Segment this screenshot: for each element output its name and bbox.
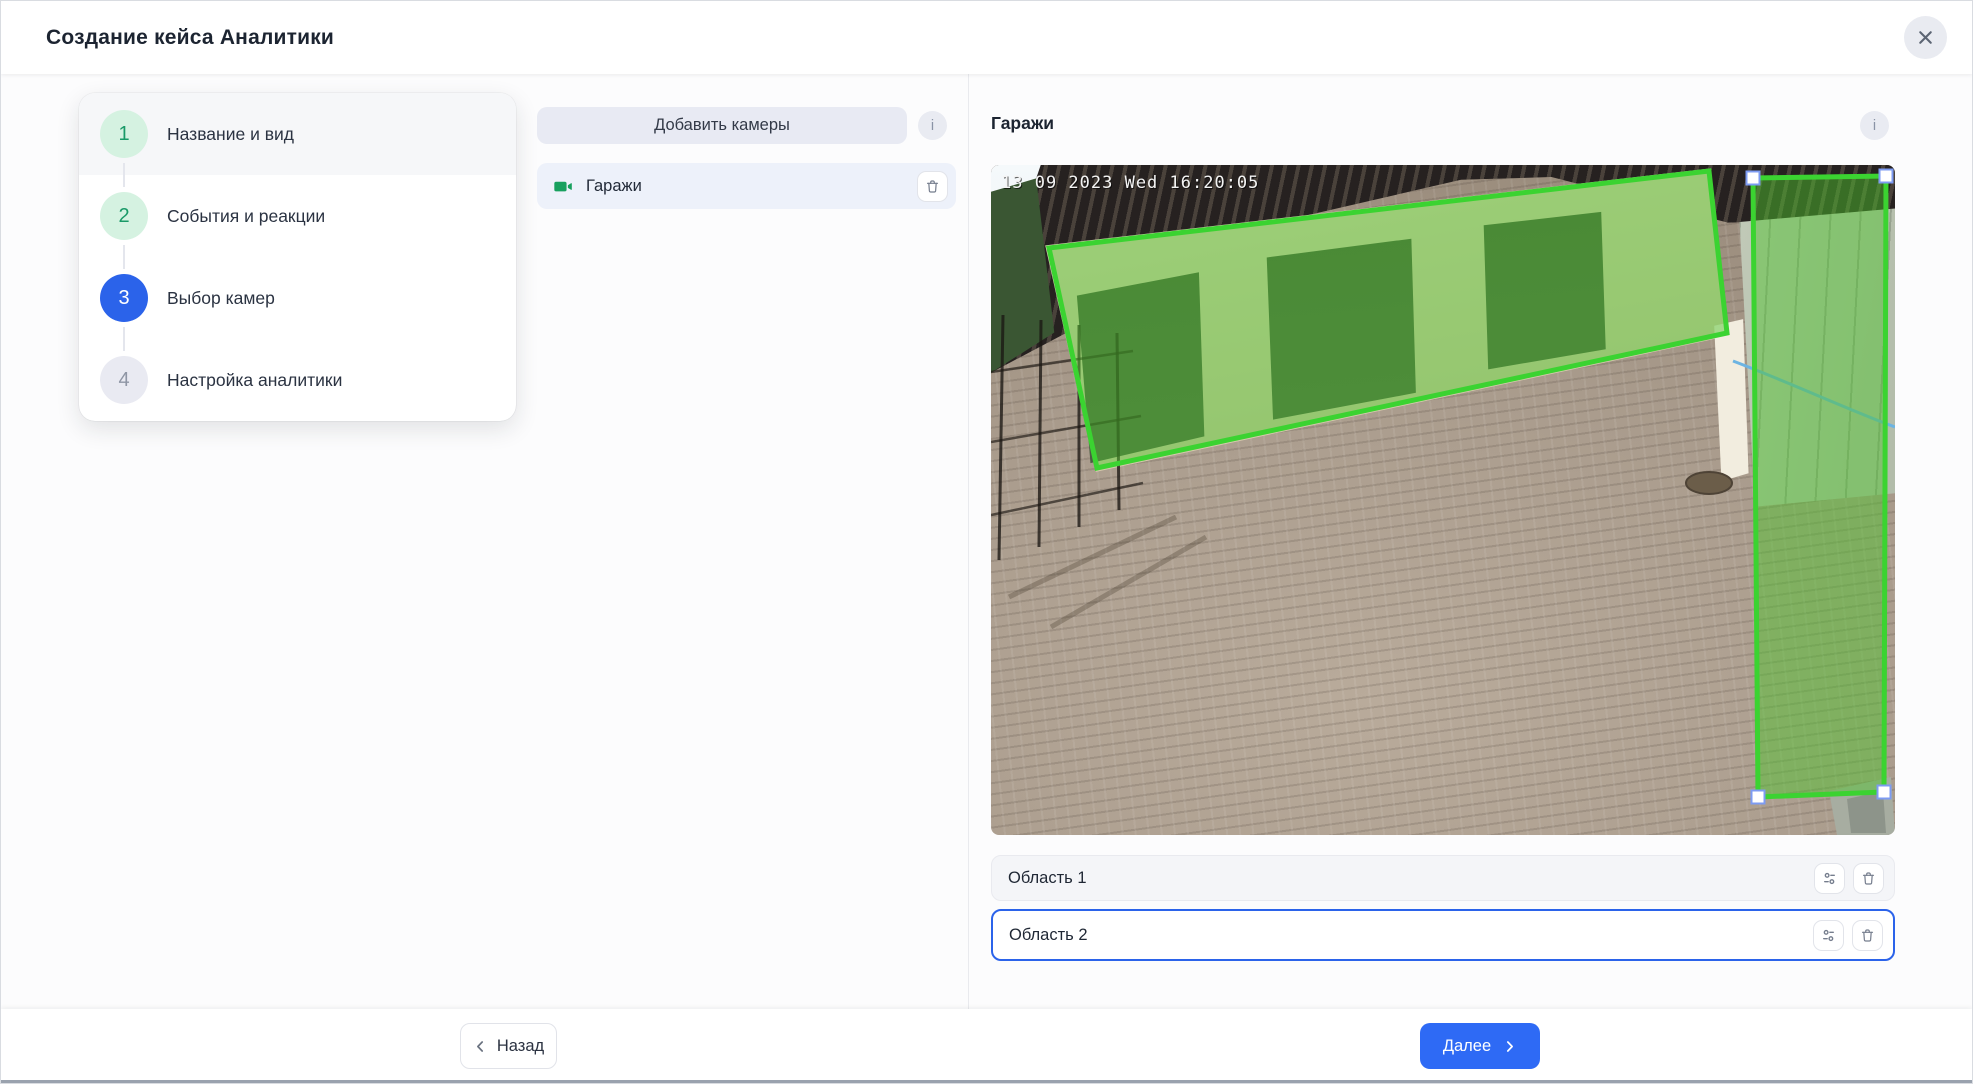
region-list-item-2-selected[interactable]: Область 2 <box>991 909 1895 961</box>
step-number-badge: 1 <box>100 110 148 158</box>
region-2-handle[interactable] <box>1747 172 1760 185</box>
region-label: Область 1 <box>1008 869 1087 888</box>
remove-camera-button[interactable] <box>917 171 948 202</box>
region-2-handle[interactable] <box>1880 170 1893 183</box>
camera-timestamp: 13 09 2023 Wed 16:20:05 <box>1001 173 1259 193</box>
add-cameras-button[interactable]: Добавить камеры <box>537 107 907 144</box>
camera-frame-canvas[interactable]: 13 09 2023 Wed 16:20:05 <box>991 165 1895 835</box>
analytics-regions-overlay <box>991 165 1895 835</box>
step-label: Название и вид <box>167 124 294 145</box>
wizard-stepper: 1 Название и вид 2 События и реакции 3 В… <box>79 93 516 421</box>
close-icon <box>1915 27 1936 48</box>
step-analytics-settings[interactable]: 4 Настройка аналитики <box>79 339 516 421</box>
chevron-left-icon <box>473 1039 488 1054</box>
camera-name: Гаражи <box>586 177 642 196</box>
region-label: Область 2 <box>1009 926 1088 945</box>
step-camera-selection[interactable]: 3 Выбор камер <box>79 257 516 339</box>
region-list-item-1[interactable]: Область 1 <box>991 855 1895 901</box>
trash-icon <box>1860 870 1877 887</box>
page-title: Создание кейса Аналитики <box>46 26 334 50</box>
step-number-badge: 4 <box>100 356 148 404</box>
modal-header: Создание кейса Аналитики <box>1 1 1972 74</box>
region-1-polygon[interactable] <box>1049 171 1727 468</box>
sliders-icon <box>1820 927 1837 944</box>
chevron-right-icon <box>1502 1039 1517 1054</box>
preview-info-icon[interactable]: i <box>1860 111 1889 140</box>
region-2-polygon[interactable] <box>1753 176 1886 797</box>
next-button[interactable]: Далее <box>1420 1023 1540 1069</box>
region-2-handle[interactable] <box>1878 786 1891 799</box>
step-label: Настройка аналитики <box>167 370 342 391</box>
panel-divider <box>968 74 969 1011</box>
step-name-and-type[interactable]: 1 Название и вид <box>79 93 516 175</box>
create-analytics-case-modal: Создание кейса Аналитики 1 Название и ви… <box>0 0 1973 1084</box>
step-label: Выбор камер <box>167 288 275 309</box>
step-label: События и реакции <box>167 206 325 227</box>
trash-icon <box>1859 927 1876 944</box>
back-button[interactable]: Назад <box>460 1023 557 1069</box>
trash-icon <box>924 178 941 195</box>
region-delete-button[interactable] <box>1853 863 1884 894</box>
wizard-footer: Назад Далее <box>1 1009 1972 1083</box>
video-camera-icon <box>553 176 574 197</box>
sliders-icon <box>1821 870 1838 887</box>
preview-camera-title: Гаражи <box>991 113 1054 134</box>
next-button-label: Далее <box>1443 1037 1491 1056</box>
cameras-info-icon[interactable]: i <box>918 111 947 140</box>
step-events-and-reactions[interactable]: 2 События и реакции <box>79 175 516 257</box>
step-number-badge: 3 <box>100 274 148 322</box>
region-settings-button[interactable] <box>1813 920 1844 951</box>
close-button[interactable] <box>1904 16 1947 59</box>
region-delete-button[interactable] <box>1852 920 1883 951</box>
back-button-label: Назад <box>497 1037 544 1056</box>
step-number-badge: 2 <box>100 192 148 240</box>
camera-list-item[interactable]: Гаражи <box>537 163 956 209</box>
region-2-handle[interactable] <box>1752 791 1765 804</box>
region-settings-button[interactable] <box>1814 863 1845 894</box>
